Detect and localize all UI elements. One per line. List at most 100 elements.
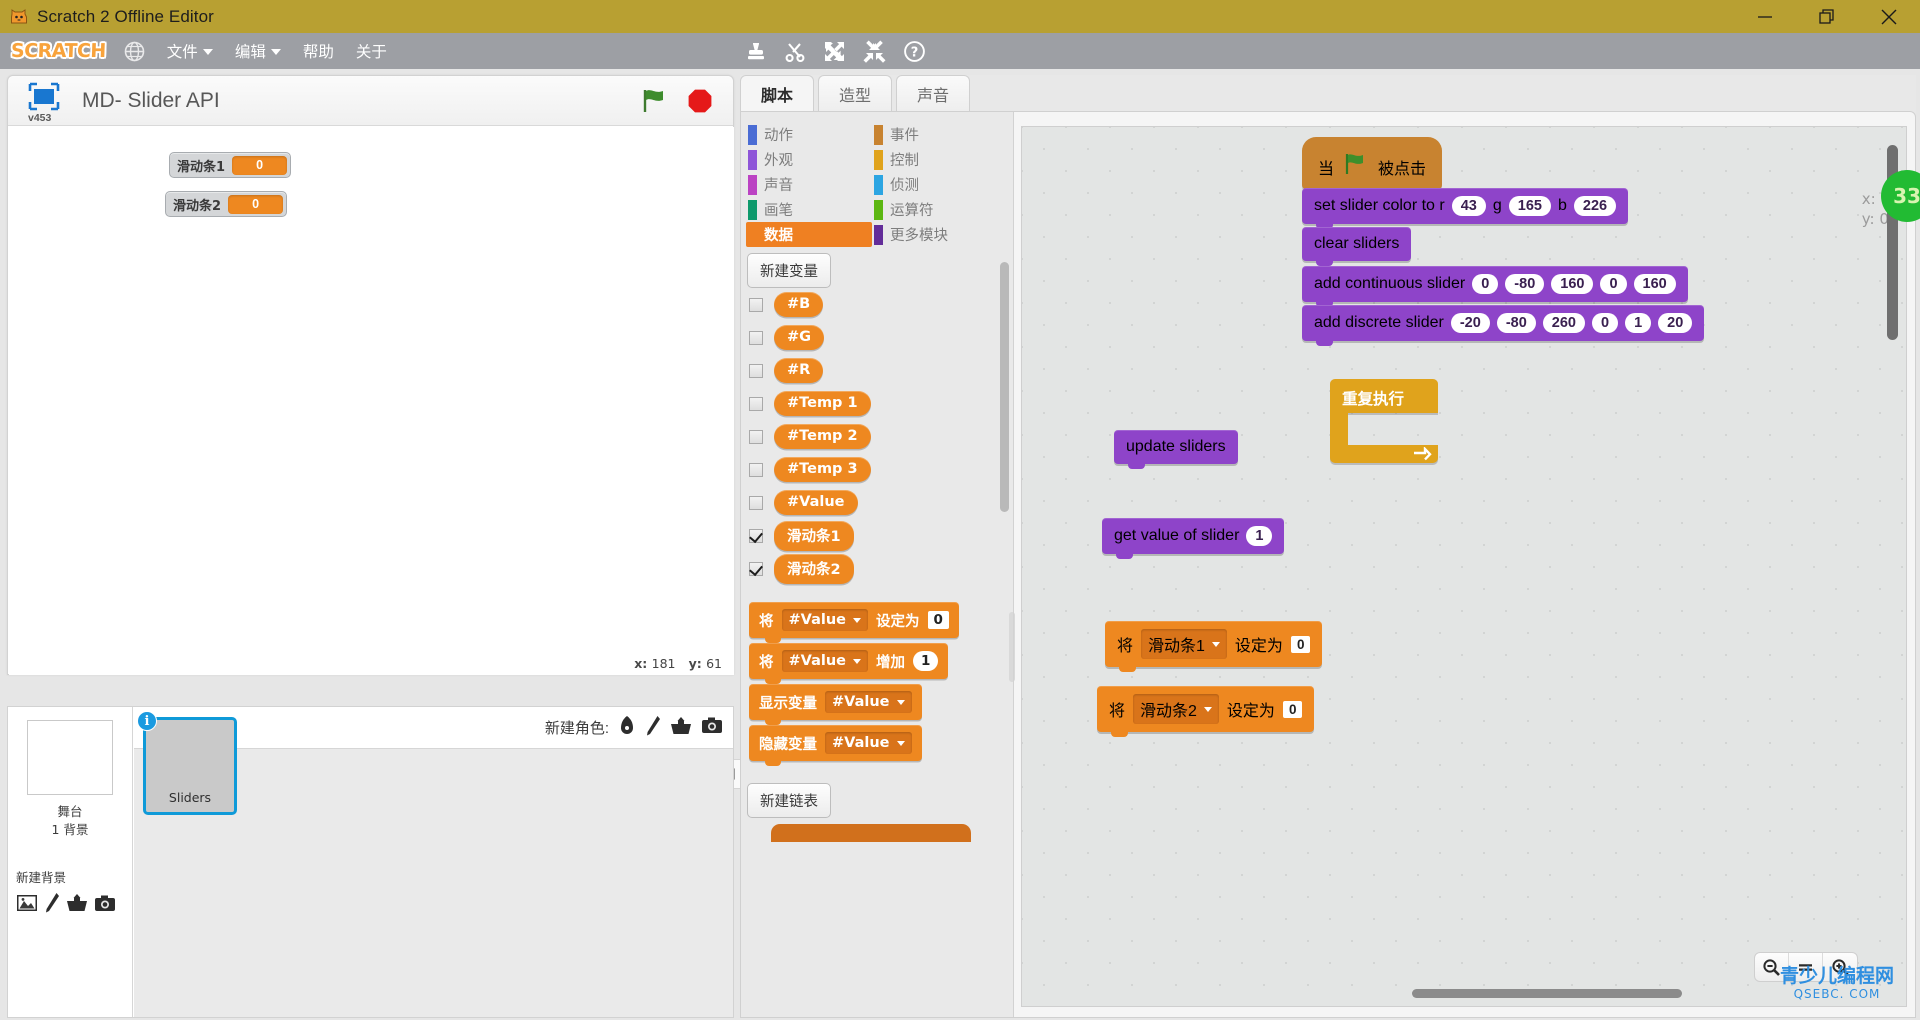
variable-dropdown[interactable]: #Value (781, 650, 868, 672)
block-input-b[interactable]: 226 (1573, 196, 1617, 216)
variable-checkbox[interactable] (749, 363, 763, 378)
camera-icon[interactable] (94, 894, 116, 918)
script-horizontal-scrollbar[interactable] (1412, 989, 1682, 998)
variable-pill[interactable]: #G (774, 325, 825, 350)
menu-item-help[interactable]: 帮助 (303, 40, 334, 62)
stage-selector[interactable]: 舞台 1 背景 新建背景 (8, 707, 133, 1017)
grow-icon[interactable] (823, 40, 846, 63)
block-input-2[interactable]: -80 (1505, 274, 1545, 294)
forever-repeat-block[interactable]: 重复执行 (1330, 379, 1438, 413)
palette-scrollbar[interactable] (1000, 262, 1009, 512)
stage-canvas[interactable]: 滑动条1 0 滑动条2 0 x: 181 y: 61 (9, 127, 734, 675)
fullscreen-small-icon[interactable]: v453 (22, 80, 66, 124)
block-input-1[interactable]: -20 (1450, 313, 1490, 333)
close-icon[interactable] (1858, 0, 1920, 33)
palette-hide-variable-block[interactable]: 隐藏变量 #Value (749, 725, 922, 766)
block-input-1[interactable]: 0 (1472, 274, 1499, 294)
variable-dropdown[interactable]: #Value (825, 691, 912, 713)
variable-checkbox[interactable] (749, 561, 763, 576)
block-input-2[interactable]: -80 (1496, 313, 1536, 333)
variable-row-slider2[interactable]: 滑动条2 (741, 552, 1013, 585)
variable-checkbox[interactable] (749, 528, 763, 543)
block-value-input[interactable]: 1 (913, 651, 939, 671)
block-input-5[interactable]: 160 (1633, 274, 1676, 294)
palette-change-variable-block[interactable]: 将 #Value 增加 1 (749, 643, 949, 684)
add-continuous-slider-block[interactable]: add continuous slider 0 -80 160 0 160 (1302, 266, 1688, 307)
block-value-input[interactable]: 0 (927, 611, 949, 629)
category-motion[interactable]: 动作 (746, 122, 872, 147)
variable-dropdown[interactable]: 滑动条2 (1133, 694, 1219, 724)
category-operators[interactable]: 运算符 (872, 197, 998, 222)
tab-costumes[interactable]: 造型 (818, 75, 893, 111)
set-slider-color-block[interactable]: set slider color to r 43 g 165 b 226 (1302, 188, 1629, 229)
sprite-library-icon[interactable] (618, 715, 636, 741)
variable-dropdown[interactable]: 滑动条1 (1141, 629, 1227, 659)
sprite-info-badge[interactable]: i (137, 711, 157, 731)
stage-watcher-slider2[interactable]: 滑动条2 0 (165, 191, 288, 217)
variable-row-b[interactable]: #B (741, 288, 1013, 321)
green-flag-icon[interactable] (641, 87, 669, 120)
variable-row-temp3[interactable]: #Temp 3 (741, 453, 1013, 486)
tab-sounds[interactable]: 声音 (896, 75, 971, 111)
category-more-blocks[interactable]: 更多模块 (872, 222, 998, 247)
variable-pill[interactable]: #Temp 3 (774, 457, 871, 482)
variable-pill[interactable]: #Value (774, 490, 858, 515)
update-sliders-block[interactable]: update sliders (1114, 430, 1238, 469)
block-value-input[interactable]: 0 (1282, 700, 1303, 718)
category-looks[interactable]: 外观 (746, 147, 872, 172)
block-input-r[interactable]: 43 (1451, 196, 1486, 216)
globe-icon[interactable] (124, 41, 145, 62)
variable-row-g[interactable]: #G (741, 321, 1013, 354)
block-input-3[interactable]: 160 (1551, 274, 1594, 294)
add-discrete-slider-block[interactable]: add discrete slider -20 -80 260 0 1 20 (1302, 305, 1705, 346)
variable-checkbox[interactable] (749, 396, 763, 411)
new-list-button[interactable]: 新建链表 (747, 783, 831, 818)
variable-pill[interactable]: #B (774, 292, 824, 317)
variable-row-r[interactable]: #R (741, 354, 1013, 387)
block-input-5[interactable]: 1 (1625, 313, 1652, 333)
block-input-slider-index[interactable]: 1 (1246, 526, 1273, 546)
upload-icon[interactable] (66, 893, 88, 918)
variable-checkbox[interactable] (749, 495, 763, 510)
category-pen[interactable]: 画笔 (746, 197, 872, 222)
variable-checkbox[interactable] (749, 297, 763, 312)
stage-watcher-slider1[interactable]: 滑动条1 0 (169, 152, 292, 178)
variable-pill[interactable]: #R (774, 358, 824, 383)
menu-item-about[interactable]: 关于 (356, 40, 387, 62)
set-slider1-variable-block[interactable]: 将 滑动条1 设定为 0 (1105, 621, 1323, 672)
variable-pill[interactable]: #Temp 1 (774, 391, 871, 416)
variable-checkbox[interactable] (749, 330, 763, 345)
stop-sign-icon[interactable] (687, 88, 713, 119)
palette-set-variable-block[interactable]: 将 #Value 设定为 0 (749, 602, 959, 643)
camera-icon[interactable] (701, 716, 723, 739)
block-input-6[interactable]: 20 (1658, 313, 1693, 333)
variable-row-slider1[interactable]: 滑动条1 (741, 519, 1013, 552)
variable-row-value[interactable]: #Value (741, 486, 1013, 519)
category-events[interactable]: 事件 (872, 122, 998, 147)
tab-scripts[interactable]: 脚本 (740, 75, 815, 111)
palette-list-block-partial[interactable] (771, 824, 971, 842)
help-icon[interactable]: ? (903, 40, 926, 63)
stamp-icon[interactable] (745, 40, 767, 62)
variable-pill[interactable]: 滑动条1 (774, 520, 854, 551)
sprite-tile-sliders[interactable]: i Sliders (137, 711, 237, 815)
scratch-logo[interactable]: SCRATCH (11, 40, 107, 62)
new-variable-button[interactable]: 新建变量 (747, 253, 831, 288)
block-input-3[interactable]: 260 (1542, 313, 1585, 333)
category-data[interactable]: 数据 (746, 222, 872, 247)
menu-item-edit[interactable]: 编辑 (235, 40, 281, 62)
palette-show-variable-block[interactable]: 显示变量 #Value (749, 684, 922, 725)
block-input-4[interactable]: 0 (1591, 313, 1619, 333)
variable-dropdown[interactable]: #Value (781, 609, 868, 631)
category-sensing[interactable]: 侦测 (872, 172, 998, 197)
category-control[interactable]: 控制 (872, 147, 998, 172)
menu-item-file[interactable]: 文件 (167, 40, 213, 62)
block-input-4[interactable]: 0 (1600, 274, 1627, 294)
palette-resize-grip[interactable] (1009, 612, 1015, 682)
variable-pill[interactable]: #Temp 2 (774, 424, 871, 449)
picture-icon[interactable] (16, 893, 38, 918)
paint-icon[interactable] (645, 715, 661, 741)
variable-dropdown[interactable]: #Value (825, 732, 912, 754)
shrink-icon[interactable] (863, 40, 886, 63)
set-slider2-variable-block[interactable]: 将 滑动条2 设定为 0 (1097, 686, 1315, 737)
